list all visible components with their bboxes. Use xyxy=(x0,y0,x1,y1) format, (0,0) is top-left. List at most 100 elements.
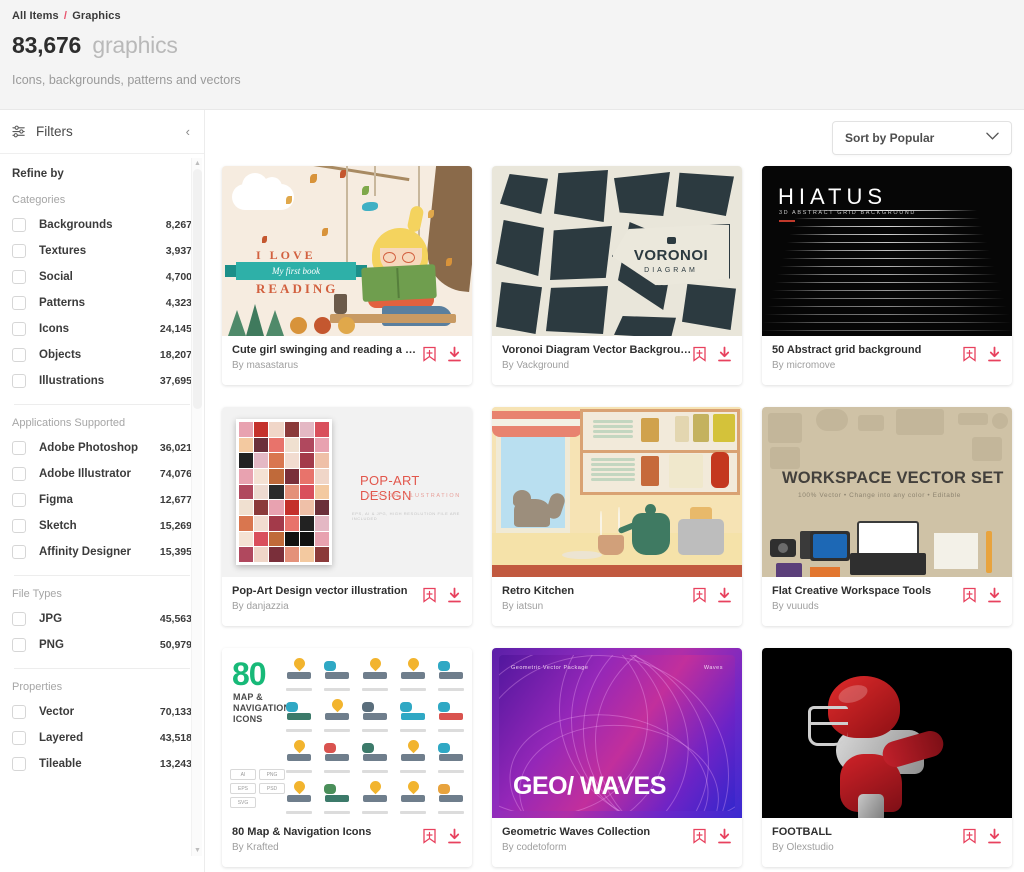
result-card[interactable]: FOOTBALL By Olexstudio xyxy=(762,648,1012,867)
bookmark-plus-icon[interactable] xyxy=(692,587,707,604)
result-card[interactable]: VORONOI DIAGRAM Voronoi Diagram Vector B… xyxy=(492,166,742,385)
card-title[interactable]: Flat Creative Workspace Tools xyxy=(772,585,962,597)
card-title[interactable]: Cute girl swinging and reading a book xyxy=(232,344,422,356)
filter-item-illustrations[interactable]: Illustrations 37,695 xyxy=(12,368,192,394)
checkbox[interactable] xyxy=(12,467,26,481)
card-title[interactable]: 50 Abstract grid background xyxy=(772,344,962,356)
filters-header: Filters ‹ xyxy=(0,110,204,154)
filter-item-icons[interactable]: Icons 24,145 xyxy=(12,316,192,342)
bookmark-plus-icon[interactable] xyxy=(962,346,977,363)
filter-item-objects[interactable]: Objects 18,207 xyxy=(12,342,192,368)
download-icon[interactable] xyxy=(447,346,462,363)
card-title[interactable]: Pop-Art Design vector illustration xyxy=(232,585,422,597)
bookmark-plus-icon[interactable] xyxy=(962,587,977,604)
checkbox[interactable] xyxy=(12,519,26,533)
checkbox[interactable] xyxy=(12,270,26,284)
download-icon[interactable] xyxy=(987,587,1002,604)
card-author[interactable]: By Olexstudio xyxy=(772,842,962,853)
checkbox[interactable] xyxy=(12,493,26,507)
sort-dropdown[interactable]: Sort by Popular xyxy=(832,121,1012,155)
breadcrumb-current[interactable]: Graphics xyxy=(72,10,121,22)
card-title[interactable]: 80 Map & Navigation Icons xyxy=(232,826,422,838)
download-icon[interactable] xyxy=(447,828,462,845)
filter-item-backgrounds[interactable]: Backgrounds 8,267 xyxy=(12,212,192,238)
checkbox[interactable] xyxy=(12,757,26,771)
card-title[interactable]: Voronoi Diagram Vector Backgrounds xyxy=(502,344,692,356)
checkbox[interactable] xyxy=(12,322,26,336)
checkbox[interactable] xyxy=(12,441,26,455)
checkbox[interactable] xyxy=(12,244,26,258)
card-title[interactable]: Retro Kitchen xyxy=(502,585,692,597)
card-footer: FOOTBALL By Olexstudio xyxy=(762,818,1012,867)
download-icon[interactable] xyxy=(717,828,732,845)
map-icon-cell xyxy=(320,654,355,692)
filter-item-social[interactable]: Social 4,700 xyxy=(12,264,192,290)
filter-item-layered[interactable]: Layered 43,518 xyxy=(12,725,192,751)
result-card[interactable]: I LOVE My first book READING Cute girl s… xyxy=(222,166,472,385)
voronoi-diagram[interactable]: VORONOI DIAGRAM xyxy=(492,166,742,336)
filter-item-textures[interactable]: Textures 3,937 xyxy=(12,238,192,264)
card-title[interactable]: Geometric Waves Collection xyxy=(502,826,692,838)
sidebar-scrollbar[interactable]: ▲ ▼ xyxy=(191,158,202,856)
download-icon[interactable] xyxy=(987,346,1002,363)
scrollbar-thumb[interactable] xyxy=(193,169,202,409)
filter-item-patterns[interactable]: Patterns 4,323 xyxy=(12,290,192,316)
checkbox[interactable] xyxy=(12,705,26,719)
retro-kitchen-illustration[interactable] xyxy=(492,407,742,577)
result-card[interactable]: HIATUS 3D ABSTRACT GRID BACKGROUND 50 Ab… xyxy=(762,166,1012,385)
bookmark-plus-icon[interactable] xyxy=(692,346,707,363)
scroll-up-arrow-icon[interactable]: ▲ xyxy=(192,158,203,169)
filter-item-jpg[interactable]: JPG 45,563 xyxy=(12,606,192,632)
result-card[interactable]: Geometric Vector Package Waves GEO/ WAVE… xyxy=(492,648,742,867)
result-card[interactable]: POP-ART DESIGN VECTOR ILLUSTRATION EPS, … xyxy=(222,407,472,626)
checkbox[interactable] xyxy=(12,296,26,310)
filter-item-vector[interactable]: Vector 70,133 xyxy=(12,699,192,725)
checkbox[interactable] xyxy=(12,218,26,232)
checkbox[interactable] xyxy=(12,348,26,362)
checkbox[interactable] xyxy=(12,545,26,559)
card-author[interactable]: By codetoform xyxy=(502,842,692,853)
card-author[interactable]: By danjazzia xyxy=(232,601,422,612)
filter-item-sketch[interactable]: Sketch 15,269 xyxy=(12,513,192,539)
result-card[interactable]: WORKSPACE VECTOR SET 100% Vector • Chang… xyxy=(762,407,1012,626)
card-author[interactable]: By masastarus xyxy=(232,360,422,371)
filter-item-png[interactable]: PNG 50,979 xyxy=(12,632,192,658)
download-icon[interactable] xyxy=(447,587,462,604)
bookmark-plus-icon[interactable] xyxy=(422,828,437,845)
filter-item-adobe-illustrator[interactable]: Adobe Illustrator 74,076 xyxy=(12,461,192,487)
filter-item-affinity-designer[interactable]: Affinity Designer 15,395 xyxy=(12,539,192,565)
workspace-vector-set[interactable]: WORKSPACE VECTOR SET 100% Vector • Chang… xyxy=(762,407,1012,577)
abstract-grid-terrain[interactable]: HIATUS 3D ABSTRACT GRID BACKGROUND xyxy=(762,166,1012,336)
card-author[interactable]: By iatsun xyxy=(502,601,692,612)
breadcrumb-root[interactable]: All Items xyxy=(12,10,59,22)
card-title[interactable]: FOOTBALL xyxy=(772,826,962,838)
football-player-illustration[interactable] xyxy=(762,648,1012,818)
download-icon[interactable] xyxy=(987,828,1002,845)
result-card[interactable]: 80 MAP & NAVIGATION ICONS AI PNG EPS PSD… xyxy=(222,648,472,867)
card-author[interactable]: By micromove xyxy=(772,360,962,371)
wave-field: Geometric Vector Package Waves GEO/ WAVE… xyxy=(499,655,735,811)
bookmark-plus-icon[interactable] xyxy=(422,346,437,363)
geometric-waves[interactable]: Geometric Vector Package Waves GEO/ WAVE… xyxy=(492,648,742,818)
scroll-down-arrow-icon[interactable]: ▼ xyxy=(192,845,203,856)
checkbox[interactable] xyxy=(12,638,26,652)
map-navigation-icon-set[interactable]: 80 MAP & NAVIGATION ICONS AI PNG EPS PSD… xyxy=(222,648,472,818)
filter-item-tileable[interactable]: Tileable 13,243 xyxy=(12,751,192,777)
checkbox[interactable] xyxy=(12,612,26,626)
bookmark-plus-icon[interactable] xyxy=(692,828,707,845)
card-author[interactable]: By Krafted xyxy=(232,842,422,853)
card-author[interactable]: By vuuuds xyxy=(772,601,962,612)
bookmark-plus-icon[interactable] xyxy=(962,828,977,845)
filter-item-adobe-photoshop[interactable]: Adobe Photoshop 36,021 xyxy=(12,435,192,461)
result-card[interactable]: Retro Kitchen By iatsun xyxy=(492,407,742,626)
checkbox[interactable] xyxy=(12,731,26,745)
download-icon[interactable] xyxy=(717,587,732,604)
card-author[interactable]: By Vackground xyxy=(502,360,692,371)
checkbox[interactable] xyxy=(12,374,26,388)
download-icon[interactable] xyxy=(717,346,732,363)
pop-art-poster[interactable]: POP-ART DESIGN VECTOR ILLUSTRATION EPS, … xyxy=(222,407,472,577)
chevron-left-icon[interactable]: ‹ xyxy=(186,124,190,139)
bookmark-plus-icon[interactable] xyxy=(422,587,437,604)
filter-item-figma[interactable]: Figma 12,677 xyxy=(12,487,192,513)
reading-girl-illustration[interactable]: I LOVE My first book READING xyxy=(222,166,472,336)
